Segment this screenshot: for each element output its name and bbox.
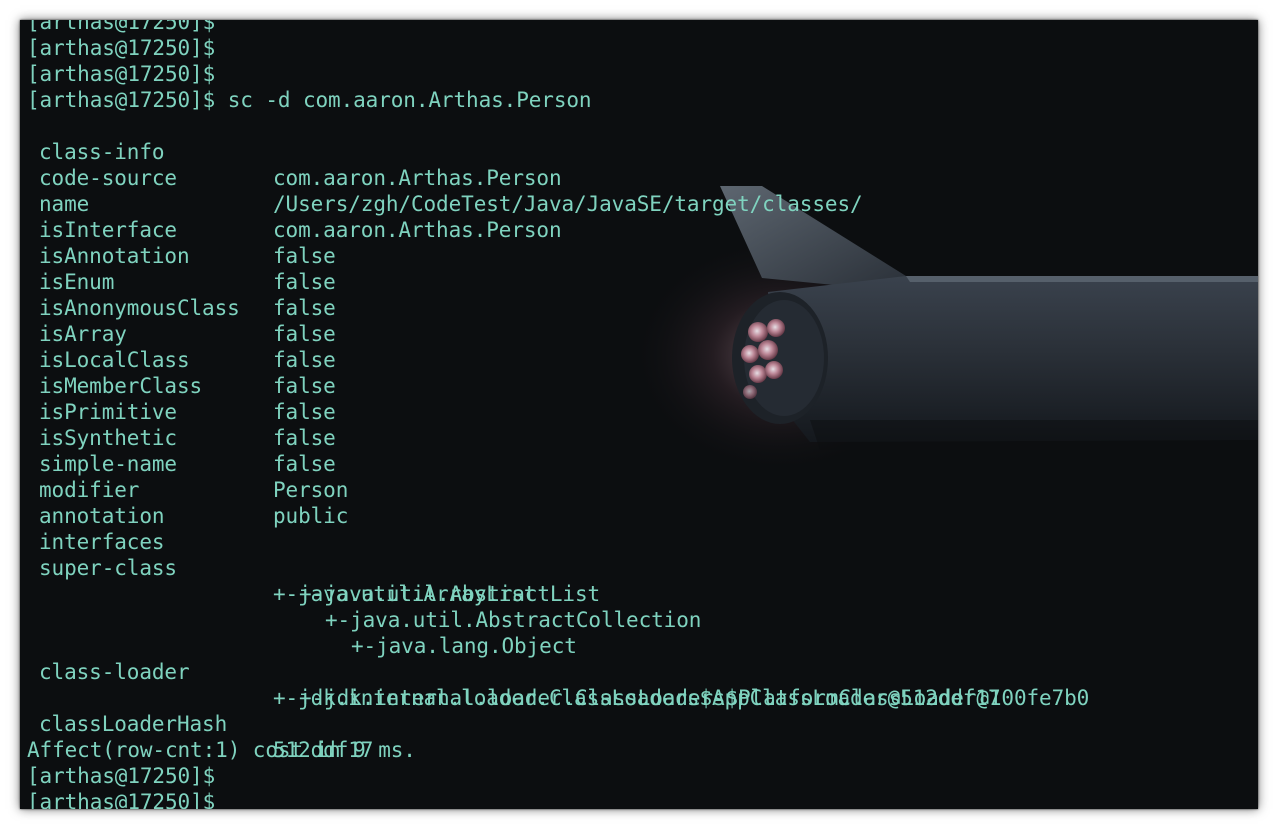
- is-local-class-row: isLocalClass false: [27, 321, 1258, 398]
- is-array-row: isArray false: [27, 295, 1258, 372]
- prompt-line: [arthas@17250]$: [27, 790, 216, 809]
- is-anonymous-class-row: isAnonymousClass false: [27, 269, 1258, 346]
- command-text: sc -d com.aaron.Arthas.Person: [227, 88, 592, 112]
- prompt-line: [arthas@17250]$: [27, 36, 216, 60]
- name-row: name com.aaron.Arthas.Person: [27, 165, 1258, 242]
- super-class-row: super-class +-java.util.ArrayList: [27, 529, 1258, 606]
- super-class-tree-row: +-java.lang.Object: [27, 607, 1258, 658]
- is-enum-row: isEnum false: [27, 243, 1258, 320]
- annotation-row: annotation: [27, 477, 1258, 528]
- property-value: 512ddf17: [273, 738, 374, 762]
- is-primitive-row: isPrimitive false: [27, 373, 1258, 450]
- command-line: [arthas@17250]$ sc -d com.aaron.Arthas.P…: [27, 87, 1258, 113]
- interfaces-row: interfaces: [27, 503, 1258, 554]
- prompt: [arthas@17250]$: [27, 88, 216, 112]
- summary-line: Affect(row-cnt:1) cost in 9 ms.: [27, 738, 416, 762]
- class-loader-row: class-loader +-jdk.internal.loader.Class…: [27, 633, 1258, 710]
- prompt-line: [arthas@17250]$: [27, 62, 216, 86]
- is-annotation-row: isAnnotation false: [27, 217, 1258, 294]
- is-interface-row: isInterface false: [27, 191, 1258, 268]
- terminal-window[interactable]: [arthas@17250]$ [arthas@17250]$ [arthas@…: [20, 20, 1258, 809]
- property-key: classLoaderHash: [39, 712, 228, 736]
- prompt-line: [arthas@17250]$: [27, 764, 216, 788]
- code-source-row: code-source /Users/zgh/CodeTest/Java/Jav…: [27, 139, 1258, 216]
- simple-name-row: simple-name Person: [27, 425, 1258, 502]
- prompt-line: [arthas@17250]$: [27, 20, 216, 34]
- class-loader-hash-row: classLoaderHash 512ddf17: [27, 685, 1258, 762]
- super-class-tree-row: +-java.util.AbstractCollection: [27, 581, 1258, 632]
- class-loader-tree-row: +-jdk.internal.loader.ClassLoaders$Platf…: [27, 659, 1258, 710]
- terminal-output[interactable]: [arthas@17250]$ [arthas@17250]$ [arthas@…: [20, 20, 1258, 809]
- is-member-class-row: isMemberClass false: [27, 347, 1258, 424]
- super-class-tree-row: +-java.util.AbstractList: [27, 555, 1258, 606]
- modifier-row: modifier public: [27, 451, 1258, 528]
- is-synthetic-row: isSynthetic false: [27, 399, 1258, 476]
- class-info-row: class-info com.aaron.Arthas.Person: [27, 113, 1258, 190]
